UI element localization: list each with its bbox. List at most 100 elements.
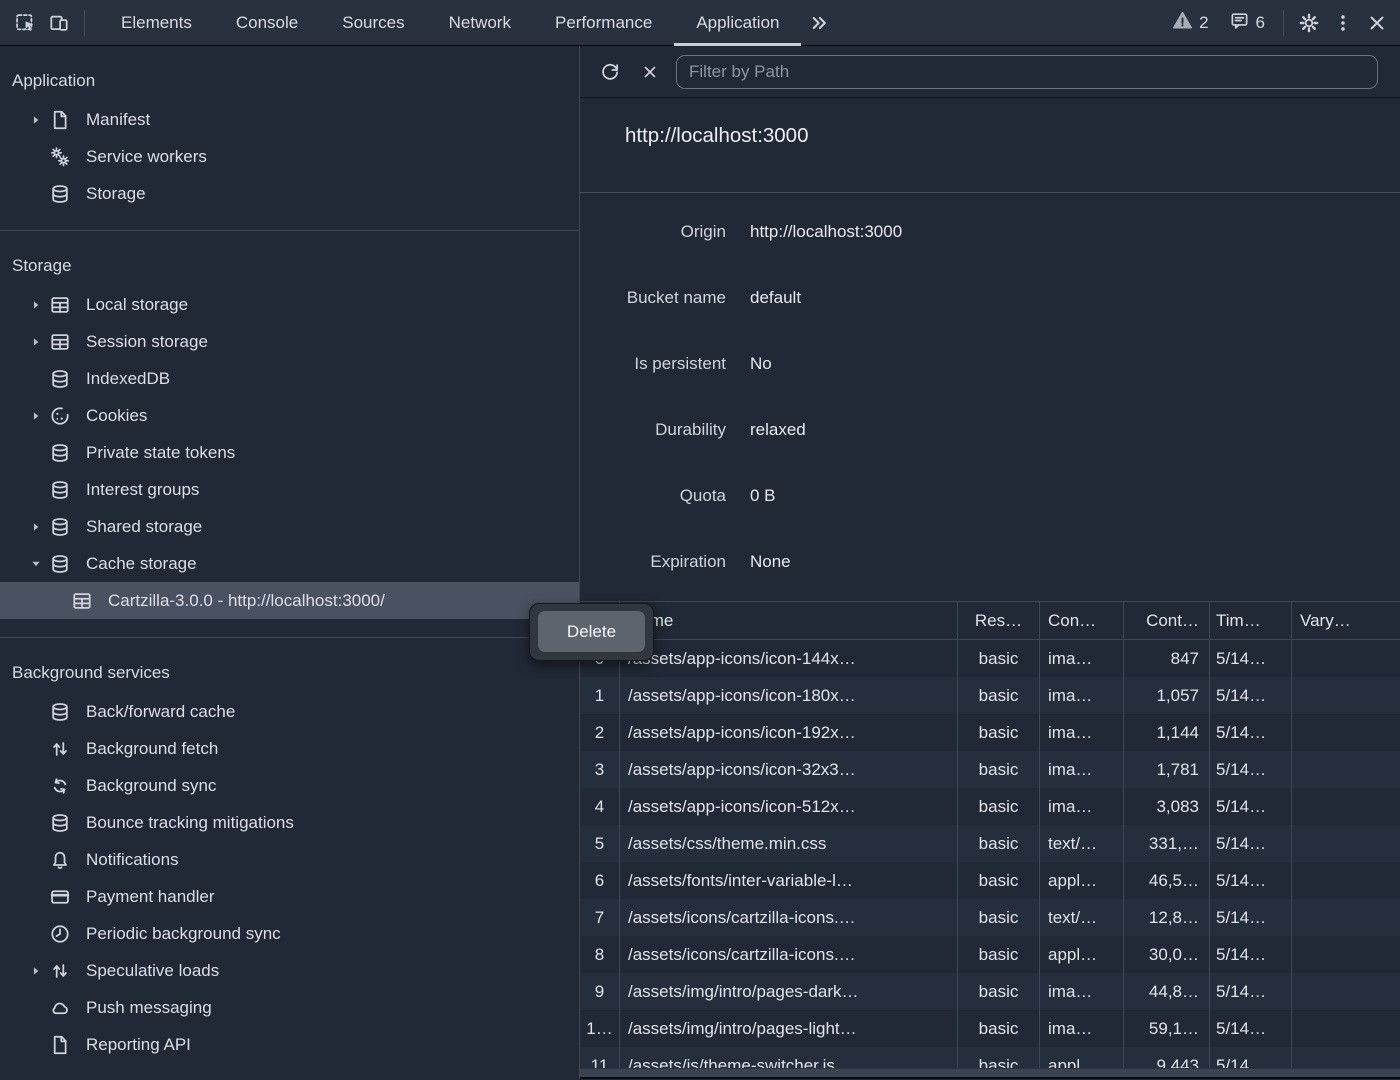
expander-collapsed-icon[interactable] [24, 959, 48, 983]
table-row[interactable]: 0/assets/app-icons/icon-144x…basicima…84… [580, 640, 1400, 677]
sidebar-item-back-forward-cache[interactable]: Back/forward cache [0, 693, 579, 730]
cell-res: basic [958, 899, 1040, 936]
sidebar-item-cartzilla-3-0-0-http-localhost-3000[interactable]: Cartzilla-3.0.0 - http://localhost:3000/ [0, 582, 579, 619]
more-tabs-icon[interactable] [801, 0, 837, 46]
table-row[interactable]: 2/assets/app-icons/icon-192x…basicima…1,… [580, 714, 1400, 751]
sidebar-item-session-storage[interactable]: Session storage [0, 323, 579, 360]
metadata-label: Is persistent [580, 354, 726, 374]
issues-badge[interactable]: 6 [1229, 10, 1265, 36]
cell-vary [1292, 1047, 1400, 1068]
filter-by-path-input[interactable] [676, 55, 1378, 89]
cell-num: 8 [580, 936, 620, 973]
table-row[interactable]: 5/assets/css/theme.min.cssbasictext/…331… [580, 825, 1400, 862]
sidebar-item-label: Payment handler [86, 887, 215, 907]
tab-elements[interactable]: Elements [99, 0, 214, 46]
column-header-name[interactable]: Name [620, 602, 958, 639]
sidebar-item-manifest[interactable]: Manifest [0, 101, 579, 138]
cell-num: 11 [580, 1047, 620, 1068]
sidebar-item-cookies[interactable]: Cookies [0, 397, 579, 434]
sidebar-item-storage[interactable]: Storage [0, 175, 579, 212]
column-header-vary[interactable]: Vary… [1292, 602, 1400, 639]
sidebar-item-payment-handler[interactable]: Payment handler [0, 878, 579, 915]
device-toolbar-icon[interactable] [42, 6, 76, 40]
metadata-label: Bucket name [580, 288, 726, 308]
sidebar-item-background-sync[interactable]: Background sync [0, 767, 579, 804]
sidebar-item-notifications[interactable]: Notifications [0, 841, 579, 878]
expander-collapsed-icon[interactable] [24, 293, 48, 317]
horizontal-scrollbar[interactable] [580, 1068, 1400, 1077]
clear-icon[interactable] [636, 58, 664, 86]
inspect-icon[interactable] [8, 6, 42, 40]
database-icon [48, 367, 72, 391]
refresh-icon[interactable] [596, 58, 624, 86]
clock-icon [48, 922, 72, 946]
sidebar-item-interest-groups[interactable]: Interest groups [0, 471, 579, 508]
table-row[interactable]: 7/assets/icons/cartzilla-icons.…basictex… [580, 899, 1400, 936]
metadata-label: Durability [580, 420, 726, 440]
sidebar-item-local-storage[interactable]: Local storage [0, 286, 579, 323]
table-row[interactable]: 8/assets/icons/cartzilla-icons.…basicapp… [580, 936, 1400, 973]
table-row[interactable]: 3/assets/app-icons/icon-32x3…basicima…1,… [580, 751, 1400, 788]
context-menu-item-delete[interactable]: Delete [538, 611, 645, 652]
expander-spacer [24, 367, 48, 391]
sidebar-item-push-messaging[interactable]: Push messaging [0, 989, 579, 1026]
table-row[interactable]: 1…/assets/img/intro/pages-light…basicima… [580, 1010, 1400, 1047]
metadata-label: Quota [580, 486, 726, 506]
sidebar-item-label: Interest groups [86, 480, 199, 500]
tab-console[interactable]: Console [214, 0, 320, 46]
table-row[interactable]: 4/assets/app-icons/icon-512x…basicima…3,… [580, 788, 1400, 825]
sidebar-item-bounce-tracking-mitigations[interactable]: Bounce tracking mitigations [0, 804, 579, 841]
sidebar-item-background-fetch[interactable]: Background fetch [0, 730, 579, 767]
table-icon [70, 589, 94, 613]
sidebar-item-label: Bounce tracking mitigations [86, 813, 294, 833]
cell-vary [1292, 677, 1400, 714]
warnings-badge[interactable]: 2 [1172, 10, 1208, 36]
sidebar-item-private-state-tokens[interactable]: Private state tokens [0, 434, 579, 471]
column-header-cont[interactable]: Cont… [1124, 602, 1210, 639]
service-workers-icon [48, 145, 72, 169]
cell-name: /assets/app-icons/icon-192x… [620, 714, 958, 751]
cell-vary [1292, 973, 1400, 1010]
kebab-menu-icon[interactable] [1326, 6, 1360, 40]
cell-num: 1 [580, 677, 620, 714]
expander-collapsed-icon[interactable] [24, 404, 48, 428]
expander-collapsed-icon[interactable] [24, 108, 48, 132]
sidebar-item-service-workers[interactable]: Service workers [0, 138, 579, 175]
expander-spacer [24, 478, 48, 502]
cell-vary [1292, 751, 1400, 788]
tab-performance[interactable]: Performance [533, 0, 674, 46]
cell-con: ima… [1040, 973, 1124, 1010]
tab-sources[interactable]: Sources [320, 0, 426, 46]
cell-vary [1292, 714, 1400, 751]
column-header-con[interactable]: Con… [1040, 602, 1124, 639]
cell-name: /assets/app-icons/icon-32x3… [620, 751, 958, 788]
column-header-tim[interactable]: Tim… [1210, 602, 1292, 639]
sidebar-item-speculative-loads[interactable]: Speculative loads [0, 952, 579, 989]
sidebar-item-periodic-background-sync[interactable]: Periodic background sync [0, 915, 579, 952]
table-row[interactable]: 11/assets/js/theme-switcher.jsbasicappl…… [580, 1047, 1400, 1068]
sidebar-item-reporting-api[interactable]: Reporting API [0, 1026, 579, 1063]
sidebar-item-indexeddb[interactable]: IndexedDB [0, 360, 579, 397]
cell-res: basic [958, 751, 1040, 788]
table-row[interactable]: 1/assets/app-icons/icon-180x…basicima…1,… [580, 677, 1400, 714]
sidebar-item-label: Service workers [86, 147, 207, 167]
sidebar-item-cache-storage[interactable]: Cache storage [0, 545, 579, 582]
sidebar-item-shared-storage[interactable]: Shared storage [0, 508, 579, 545]
table-row[interactable]: 9/assets/img/intro/pages-dark…basicima…4… [580, 973, 1400, 1010]
section-title-background-services: Background services [0, 638, 579, 693]
tab-application[interactable]: Application [674, 0, 801, 46]
column-header-res[interactable]: Res… [958, 602, 1040, 639]
expander-collapsed-icon[interactable] [24, 330, 48, 354]
expander-collapsed-icon[interactable] [24, 515, 48, 539]
expander-spacer [24, 885, 48, 909]
cell-res: basic [958, 1010, 1040, 1047]
cell-name: /assets/app-icons/icon-512x… [620, 788, 958, 825]
close-icon[interactable] [1360, 6, 1394, 40]
cell-size: 1,781 [1124, 751, 1210, 788]
expander-expanded-icon[interactable] [24, 552, 48, 576]
settings-gear-icon[interactable] [1292, 6, 1326, 40]
table-row[interactable]: 6/assets/fonts/inter-variable-l…basicapp… [580, 862, 1400, 899]
metadata-row-origin: Originhttp://localhost:3000 [580, 199, 1400, 265]
cell-num: 4 [580, 788, 620, 825]
tab-network[interactable]: Network [427, 0, 533, 46]
